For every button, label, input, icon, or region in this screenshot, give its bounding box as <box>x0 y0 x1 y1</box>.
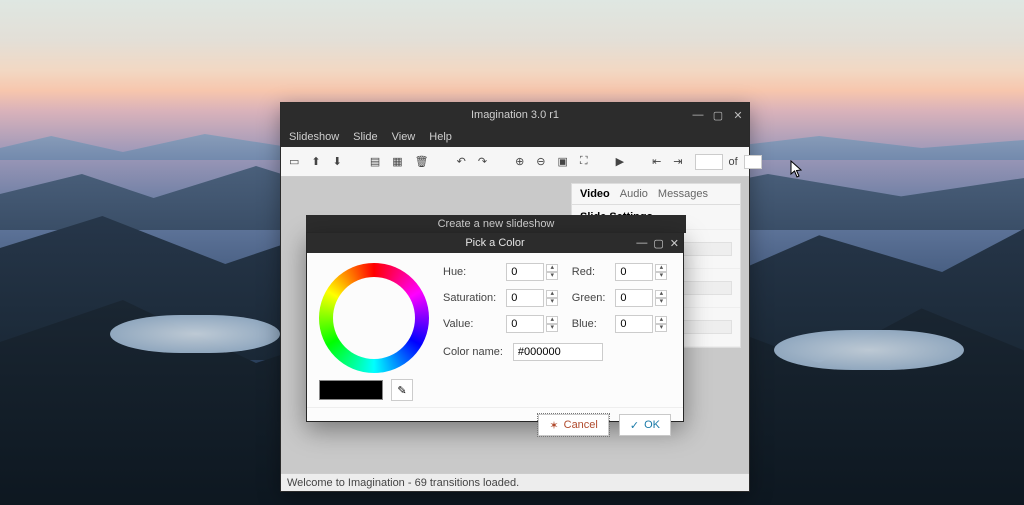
cursor-icon <box>790 160 804 178</box>
value-label: Value: <box>443 318 496 330</box>
red-label: Red: <box>572 266 606 278</box>
new-icon[interactable]: ▭ <box>289 154 299 170</box>
spin-up-icon[interactable]: ▴ <box>546 264 558 272</box>
spin-down-icon[interactable]: ▾ <box>546 298 558 306</box>
spin-up-icon[interactable]: ▴ <box>546 290 558 298</box>
menu-slideshow[interactable]: Slideshow <box>289 131 339 143</box>
spin-down-icon[interactable]: ▾ <box>655 298 667 306</box>
slide-index-input[interactable] <box>695 154 723 170</box>
maximize-icon[interactable]: ▢ <box>653 237 663 250</box>
save-icon[interactable]: ⬇︎ <box>333 154 342 170</box>
create-slideshow-title: Create a new slideshow <box>438 218 555 230</box>
window-title: Imagination 3.0 r1 <box>471 109 559 121</box>
cancel-label: Cancel <box>564 419 598 431</box>
red-input[interactable] <box>615 263 653 281</box>
fullscreen-icon[interactable]: ⛶ <box>580 154 588 170</box>
spin-up-icon[interactable]: ▴ <box>546 316 558 324</box>
saturation-input[interactable] <box>506 289 544 307</box>
hue-input[interactable] <box>506 263 544 281</box>
titlebar[interactable]: Imagination 3.0 r1 — ▢ ✕ <box>281 103 749 127</box>
spin-up-icon[interactable]: ▴ <box>655 290 667 298</box>
first-icon[interactable]: ⇤ <box>652 154 661 170</box>
maximize-icon[interactable]: ▢ <box>711 109 725 122</box>
green-label: Green: <box>572 292 606 304</box>
import-image-icon[interactable]: ▤ <box>370 154 380 170</box>
ok-label: OK <box>644 419 660 431</box>
hue-label: Hue: <box>443 266 496 278</box>
menu-help[interactable]: Help <box>429 131 452 143</box>
toolbar: ▭ ⬆︎ ⬇︎ ▤ ▦ 🗑 ↶ ↷ ⊕ ⊖ ▣ ⛶ ▶ ⇤ ⇥ of <box>281 147 749 177</box>
minimize-icon[interactable]: — <box>636 237 647 249</box>
colorname-input[interactable] <box>513 343 603 361</box>
delete-icon[interactable]: 🗑 <box>415 154 429 170</box>
tab-messages[interactable]: Messages <box>658 188 708 200</box>
close-icon[interactable]: ✕ <box>731 109 745 122</box>
slide-total-dropdown[interactable] <box>744 155 762 169</box>
of-label: of <box>729 156 738 168</box>
tab-video[interactable]: Video <box>580 188 610 200</box>
blue-input[interactable] <box>615 315 653 333</box>
spin-down-icon[interactable]: ▾ <box>546 324 558 332</box>
cancel-button[interactable]: ✶ Cancel <box>538 414 608 436</box>
saturation-label: Saturation: <box>443 292 496 304</box>
dialog-title: Pick a Color <box>465 237 524 249</box>
minimize-icon[interactable]: — <box>691 109 705 121</box>
zoom-out-icon[interactable]: ⊖ <box>536 154 545 170</box>
spin-up-icon[interactable]: ▴ <box>655 316 667 324</box>
lake <box>110 315 280 353</box>
menu-view[interactable]: View <box>392 131 416 143</box>
undo-icon[interactable]: ↶ <box>457 154 466 170</box>
value-input[interactable] <box>506 315 544 333</box>
statusbar: Welcome to Imagination - 69 transitions … <box>281 473 749 491</box>
redo-icon[interactable]: ↷ <box>478 154 487 170</box>
lake <box>774 330 964 370</box>
menubar: Slideshow Slide View Help <box>281 127 749 147</box>
close-icon[interactable]: ✕ <box>670 237 679 250</box>
last-icon[interactable]: ⇥ <box>673 154 682 170</box>
color-triangle[interactable] <box>351 291 407 347</box>
green-input[interactable] <box>615 289 653 307</box>
spin-down-icon[interactable]: ▾ <box>655 324 667 332</box>
check-icon: ✓ <box>630 419 639 432</box>
ok-button[interactable]: ✓ OK <box>619 414 671 436</box>
color-picker-dialog: Pick a Color — ▢ ✕ ✎ Hue: ▴▾ Red: ▴▾ Sat… <box>306 232 684 422</box>
zoom-in-icon[interactable]: ⊕ <box>515 154 524 170</box>
gear-icon: ✶ <box>549 419 558 432</box>
color-wheel[interactable] <box>319 263 429 373</box>
eyedropper-icon: ✎ <box>397 384 406 397</box>
play-icon[interactable]: ▶ <box>616 154 624 170</box>
spin-up-icon[interactable]: ▴ <box>655 264 667 272</box>
menu-slide[interactable]: Slide <box>353 131 377 143</box>
eyedropper-button[interactable]: ✎ <box>391 379 413 401</box>
spin-down-icon[interactable]: ▾ <box>655 272 667 280</box>
tab-audio[interactable]: Audio <box>620 188 648 200</box>
open-icon[interactable]: ⬆︎ <box>311 154 320 170</box>
create-slideshow-titlebar[interactable]: Create a new slideshow <box>306 215 686 233</box>
import-audio-icon[interactable]: ▦ <box>392 154 402 170</box>
zoom-fit-icon[interactable]: ▣ <box>558 154 568 170</box>
spin-down-icon[interactable]: ▾ <box>546 272 558 280</box>
status-text: Welcome to Imagination - 69 transitions … <box>287 477 519 489</box>
blue-label: Blue: <box>572 318 606 330</box>
dialog-titlebar[interactable]: Pick a Color — ▢ ✕ <box>307 233 683 253</box>
colorname-label: Color name: <box>443 346 503 358</box>
color-swatch[interactable] <box>319 380 383 400</box>
